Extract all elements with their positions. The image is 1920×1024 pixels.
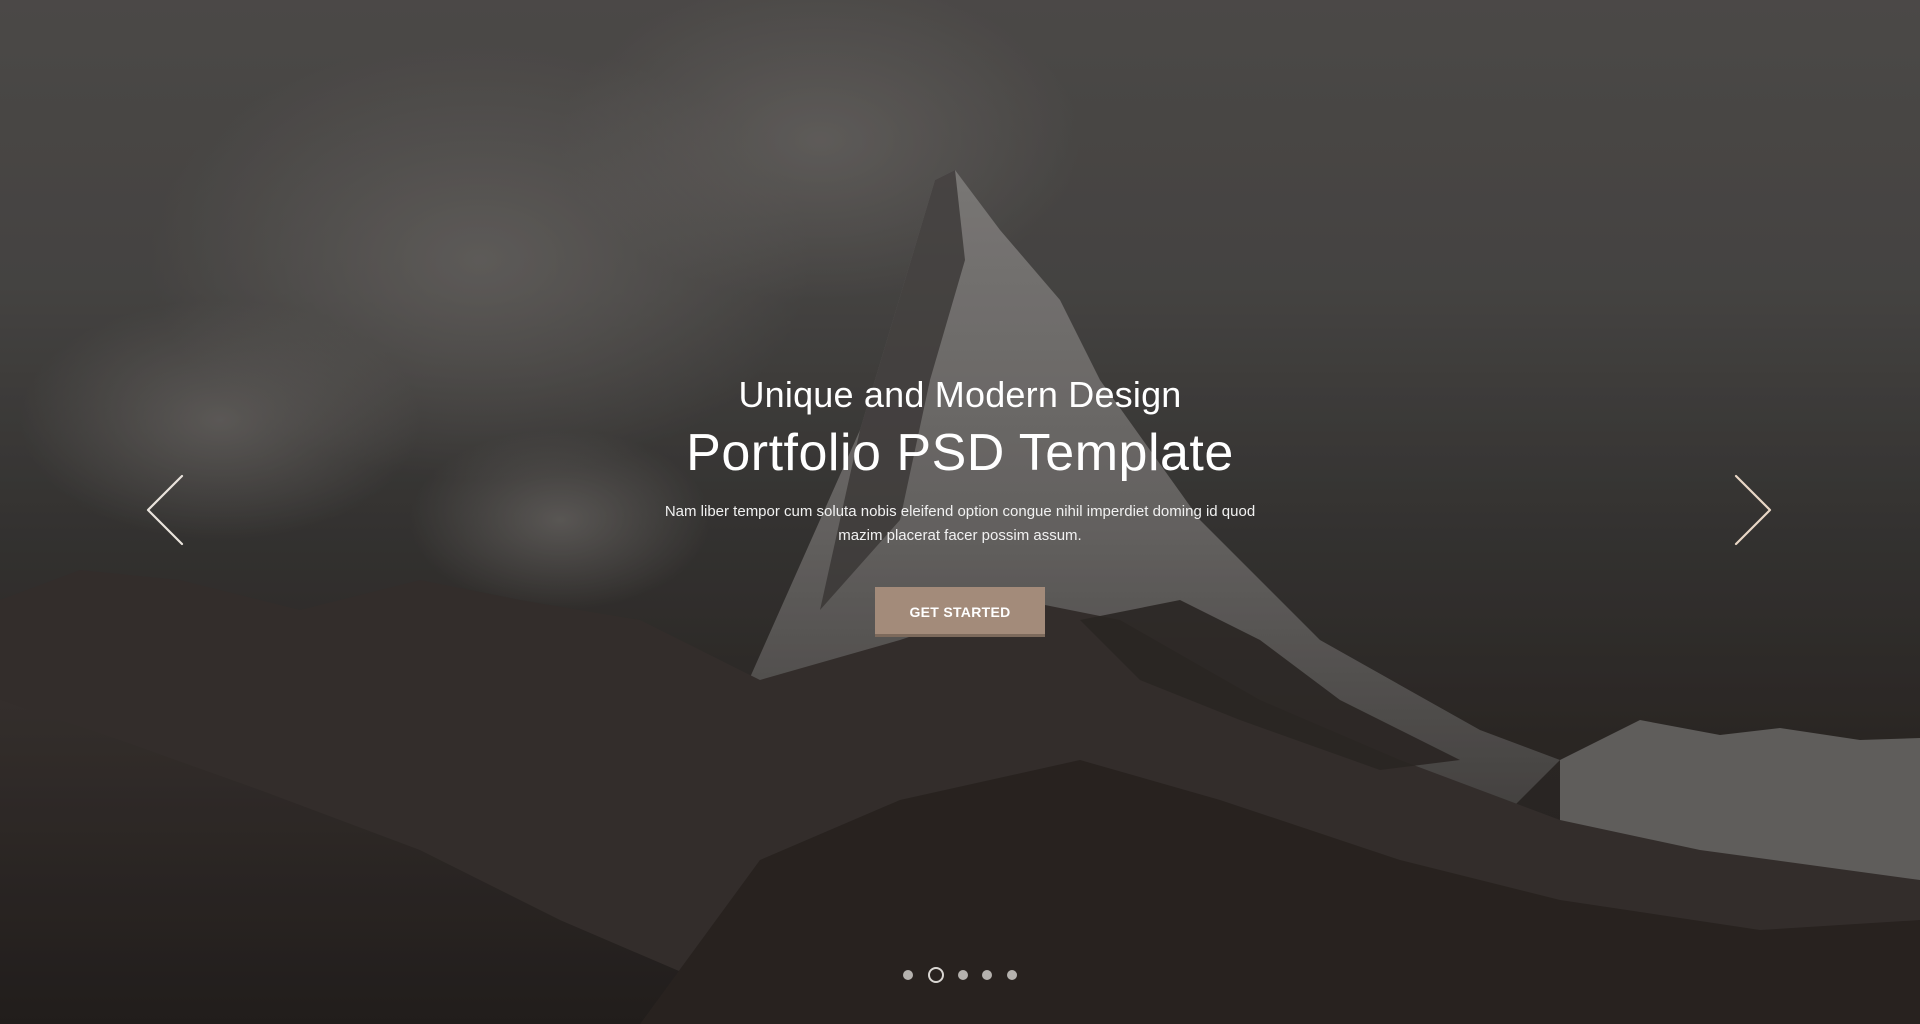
next-slide-button[interactable]: [1724, 470, 1774, 550]
slide-dot-5[interactable]: [1006, 969, 1017, 980]
hero-subtitle: Unique and Modern Design: [738, 374, 1182, 415]
slide-dot-1[interactable]: [903, 969, 914, 980]
carousel-pagination: [0, 966, 1920, 986]
chevron-left-icon: [146, 474, 184, 546]
prev-slide-button[interactable]: [144, 470, 194, 550]
slide-dot-4[interactable]: [982, 969, 993, 980]
hero-description: Nam liber tempor cum soluta nobis eleife…: [664, 503, 1256, 544]
slide-dot-3[interactable]: [958, 969, 968, 980]
chevron-right-icon: [1734, 474, 1772, 546]
hero-title: Portfolio PSD Template: [686, 424, 1234, 482]
hero-slider: Unique and Modern Design Portfolio PSD T…: [0, 0, 1920, 1024]
get-started-button[interactable]: GET STARTED: [875, 587, 1045, 637]
hero-content: Unique and Modern Design Portfolio PSD T…: [0, 372, 1920, 637]
slide-dot-2-active[interactable]: [927, 966, 944, 983]
